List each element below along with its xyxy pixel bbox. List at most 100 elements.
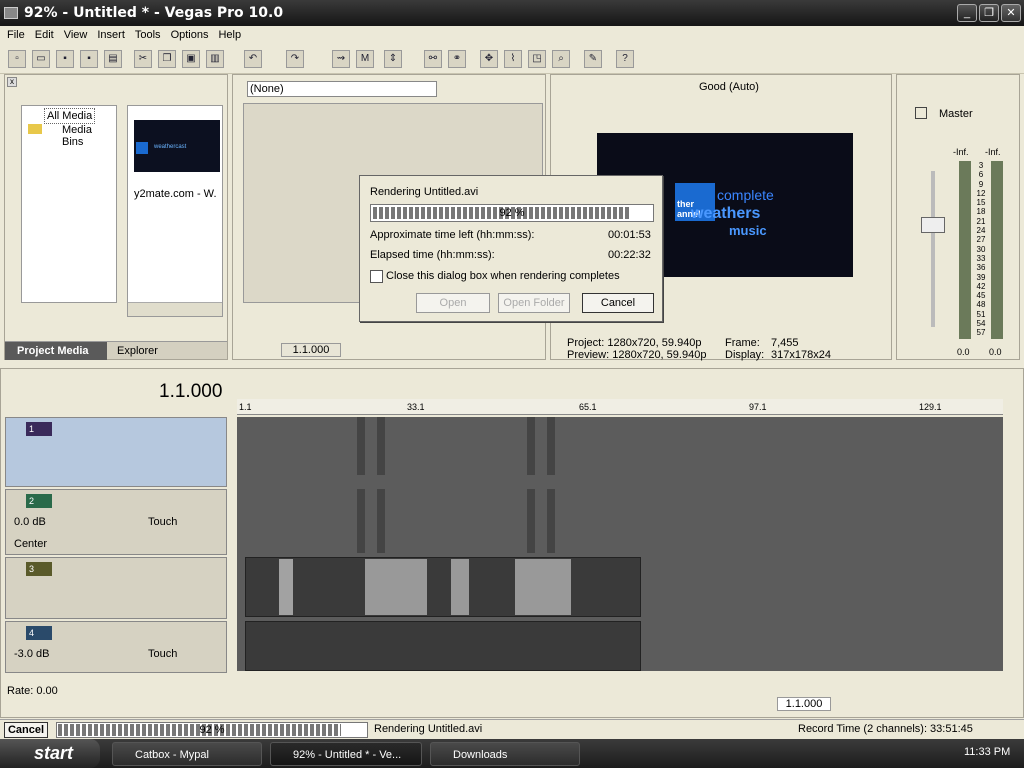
timeline-tracks[interactable] (237, 417, 1003, 671)
minimize-button[interactable]: _ (957, 4, 977, 22)
auto-ripple-icon[interactable]: ⇝ (332, 50, 350, 68)
render-icon[interactable]: ✎ (584, 50, 602, 68)
event-clip[interactable] (377, 417, 385, 475)
maximize-button[interactable]: ❐ (979, 4, 999, 22)
tree-item-all-media[interactable]: All Media (44, 108, 96, 124)
task-catbox[interactable]: Catbox - Mypal (112, 742, 262, 766)
selection-tool-icon[interactable]: ◳ (528, 50, 546, 68)
task-downloads[interactable]: Downloads (430, 742, 580, 766)
status-bar: Cancel 92 % Rendering Untitled.avi Recor… (0, 719, 1024, 739)
tree-item-media-bins[interactable]: Media Bins (62, 124, 116, 148)
track-header-4[interactable]: 4 -3.0 dB Touch (5, 621, 227, 673)
status-cancel-button[interactable]: Cancel (4, 722, 48, 738)
menu-view[interactable]: View (59, 29, 93, 41)
tab-project-media[interactable]: Project Media (5, 342, 107, 360)
project-media-panel: x All Media Media Bins weathercast y2mat… (4, 74, 228, 360)
status-progress-bar: 92 % (56, 722, 368, 738)
app-icon[interactable] (4, 7, 18, 19)
record-time: Record Time (2 channels): 33:51:45 (798, 723, 973, 735)
close-when-done-checkbox[interactable] (370, 270, 383, 283)
new-icon[interactable]: ▫ (8, 50, 26, 68)
master-fader-handle[interactable] (921, 217, 945, 233)
transport-time: 1.1.000 (777, 697, 831, 711)
cancel-button[interactable]: Cancel (582, 293, 654, 313)
timeline-ruler[interactable]: 1.1 33.1 65.1 97.1 129.1 (237, 399, 1003, 415)
track-header-2[interactable]: 2 0.0 dB Touch Center (5, 489, 227, 555)
media-scrollbar[interactable] (128, 302, 222, 316)
track-automation-mode[interactable]: Touch (148, 648, 177, 660)
menu-tools[interactable]: Tools (130, 29, 166, 41)
cut-icon[interactable]: ✂ (134, 50, 152, 68)
preview-preview-info: Preview: 1280x720, 59.940p (567, 349, 707, 361)
db-tick-label: 36 (976, 263, 986, 273)
media-thumbnail[interactable]: weathercast (134, 120, 220, 172)
track-header-1[interactable]: 1 (5, 417, 227, 487)
ignore-grouping-icon[interactable]: ⚭ (448, 50, 466, 68)
track-automation-mode[interactable]: Touch (148, 516, 177, 528)
track-volume: 0.0 dB (14, 516, 46, 528)
undo-icon[interactable]: ↶ (244, 50, 262, 68)
ripple-mode-icon[interactable]: ⇕ (384, 50, 402, 68)
event-clip[interactable] (377, 489, 385, 553)
preview-project-info: Project: 1280x720, 59.940p (567, 337, 702, 349)
event-clip[interactable] (245, 557, 641, 617)
master-label: Master (939, 108, 973, 120)
save-as-icon[interactable]: ▪ (80, 50, 98, 68)
open-button[interactable]: Open (416, 293, 490, 313)
event-clip (515, 559, 571, 615)
menu-options[interactable]: Options (166, 29, 214, 41)
paste-icon[interactable]: ▣ (182, 50, 200, 68)
clock: 11:33 PM (964, 746, 1011, 758)
menu-help[interactable]: Help (213, 29, 246, 41)
event-clip[interactable] (245, 621, 641, 671)
lock-envelopes-icon[interactable]: ⚯ (424, 50, 442, 68)
redo-icon[interactable]: ↷ (286, 50, 304, 68)
event-clip[interactable] (547, 417, 555, 475)
frame-value: 7,455 (771, 337, 799, 349)
master-db-scale: 3 6 9 12 15 18 21 24 27 30 33 36 39 42 45 48 51 54 57 (971, 161, 991, 338)
open-icon[interactable]: ▭ (32, 50, 50, 68)
menu-edit[interactable]: Edit (30, 29, 59, 41)
start-button[interactable]: start (0, 739, 100, 768)
db-tick-label: 9 (978, 179, 984, 189)
display-label: Display: (725, 349, 765, 361)
normal-edit-tool-icon[interactable]: ✥ (480, 50, 498, 68)
event-clip[interactable] (357, 489, 365, 553)
event-clip[interactable] (547, 489, 555, 553)
status-progress-label: 92 % (199, 724, 225, 736)
master-left-value: 0.0 (957, 347, 970, 357)
close-button[interactable]: ✕ (1001, 4, 1021, 22)
menu-file[interactable]: File (2, 29, 30, 41)
delete-icon[interactable]: ▥ (206, 50, 224, 68)
master-right-value: 0.0 (989, 347, 1002, 357)
db-tick-label: 33 (976, 253, 986, 263)
master-meter-left (959, 161, 971, 339)
event-clip[interactable] (357, 417, 365, 475)
track-header-3[interactable]: 3 (5, 557, 227, 619)
event-clip[interactable] (527, 489, 535, 553)
save-icon[interactable]: ▪ (56, 50, 74, 68)
preview-quality-select[interactable]: Good (Auto) (699, 81, 759, 93)
copy-icon[interactable]: ❐ (158, 50, 176, 68)
menu-insert[interactable]: Insert (92, 29, 130, 41)
elapsed-label: Elapsed time (hh:mm:ss): (370, 249, 495, 261)
db-tick-label: 15 (976, 198, 986, 208)
rate-label: Rate: 0.00 (7, 685, 58, 697)
trimmer-preset-select[interactable]: (None) (247, 81, 437, 97)
event-clip (451, 559, 469, 615)
close-panel-icon[interactable]: x (7, 77, 17, 87)
db-tick-label: 57 (976, 328, 986, 338)
event-clip[interactable] (527, 417, 535, 475)
tab-explorer[interactable]: Explorer (117, 345, 158, 357)
snapping-icon[interactable]: M (356, 50, 374, 68)
task-vegas[interactable]: 92% - Untitled * - Ve... (270, 742, 422, 766)
ruler-label: 1.1 (239, 402, 252, 412)
properties-icon[interactable]: ▤ (104, 50, 122, 68)
zoom-tool-icon[interactable]: ⌕ (552, 50, 570, 68)
help-pointer-icon[interactable]: ? (616, 50, 634, 68)
track-number: 4 (26, 626, 52, 640)
envelope-tool-icon[interactable]: ⌇ (504, 50, 522, 68)
ruler-label: 33.1 (407, 402, 425, 412)
open-folder-button[interactable]: Open Folder (498, 293, 570, 313)
folder-icon (28, 124, 42, 134)
